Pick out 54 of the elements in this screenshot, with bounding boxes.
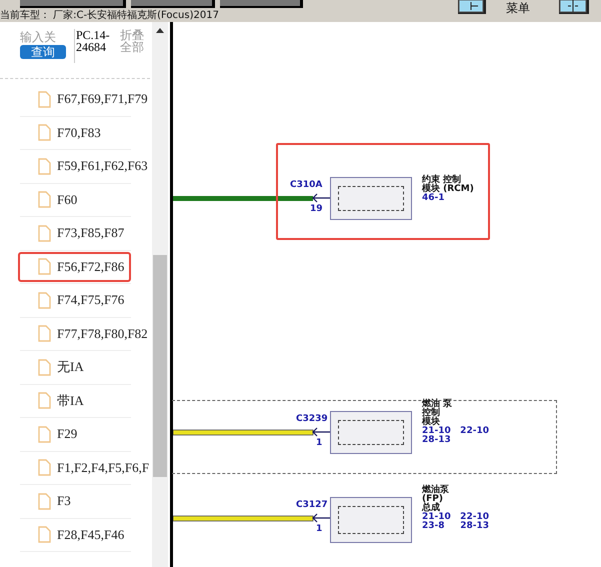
page-reference[interactable]: 28-13 <box>422 436 489 445</box>
file-item[interactable]: F67,F69,F71,F79 <box>18 84 150 114</box>
file-icon <box>38 358 51 376</box>
scrollbar[interactable] <box>152 22 168 567</box>
module-name: 约束 控制 模块 (RCM) <box>422 176 474 194</box>
file-icon <box>38 158 51 175</box>
file-item[interactable]: F74,F75,F76 <box>18 285 126 316</box>
search-button[interactable]: 查询 <box>20 45 66 59</box>
page-reference[interactable]: 21-10 22-10 <box>422 427 489 436</box>
pin-label: 19 <box>310 204 323 214</box>
file-item[interactable]: F28,F45,F46 <box>18 520 126 550</box>
file-item[interactable]: 带IA <box>18 386 86 416</box>
file-icon <box>38 292 51 309</box>
file-icon <box>38 526 51 544</box>
connector-label: C310A <box>290 180 322 190</box>
vehicle-label: 当前车型： 厂家:C-长安福特福克斯(Focus)2017 <box>0 10 219 22</box>
page-reference[interactable]: 21-10 22-10 <box>422 513 489 522</box>
file-icon <box>38 392 51 410</box>
module-name: 燃油泵 (FP) 总成 <box>422 486 449 513</box>
file-item[interactable]: F60 <box>18 184 80 215</box>
scroll-up-icon[interactable] <box>156 28 164 33</box>
pin-label: 1 <box>316 524 322 534</box>
file-icon <box>38 90 51 108</box>
file-icon <box>38 258 51 276</box>
window-icon[interactable] <box>458 0 486 14</box>
file-item[interactable]: 无IA <box>18 352 86 382</box>
code-label: PC.14-24684 <box>74 29 114 63</box>
split-window-icon[interactable] <box>559 0 589 14</box>
file-icon <box>38 325 51 342</box>
file-item[interactable]: F1,F2,F4,F5,F6,F <box>18 452 152 483</box>
file-item[interactable]: F70,F83 <box>18 118 103 148</box>
pin-label: 1 <box>316 438 322 448</box>
file-item[interactable]: F56,F72,F86 <box>18 252 131 282</box>
toolbar-button[interactable] <box>20 0 126 8</box>
toolbar-button[interactable] <box>220 0 303 8</box>
file-item[interactable]: F77,F78,F80,F82 <box>18 318 150 349</box>
file-icon <box>38 492 51 510</box>
menu-button[interactable]: 菜单 <box>506 2 530 15</box>
file-icon <box>38 224 51 242</box>
file-icon <box>38 191 51 208</box>
page-reference[interactable]: 23-8 28-13 <box>422 522 489 531</box>
file-icon <box>38 459 51 476</box>
connector-label: C3239 <box>296 414 328 424</box>
connector-label: C3127 <box>296 500 328 510</box>
scrollbar-thumb[interactable] <box>153 255 167 477</box>
file-icon <box>38 124 51 142</box>
toolbar-button[interactable] <box>131 0 215 8</box>
module-name: 燃油 泵 控制 模块 <box>422 400 454 427</box>
file-item[interactable]: F59,F61,F62,F63 <box>18 151 150 182</box>
file-item[interactable]: F73,F85,F87 <box>18 218 126 248</box>
page-reference[interactable]: 46-1 <box>422 194 474 203</box>
file-item[interactable]: F3 <box>18 486 73 516</box>
file-item[interactable]: F29 <box>18 419 80 450</box>
file-icon <box>38 426 51 443</box>
